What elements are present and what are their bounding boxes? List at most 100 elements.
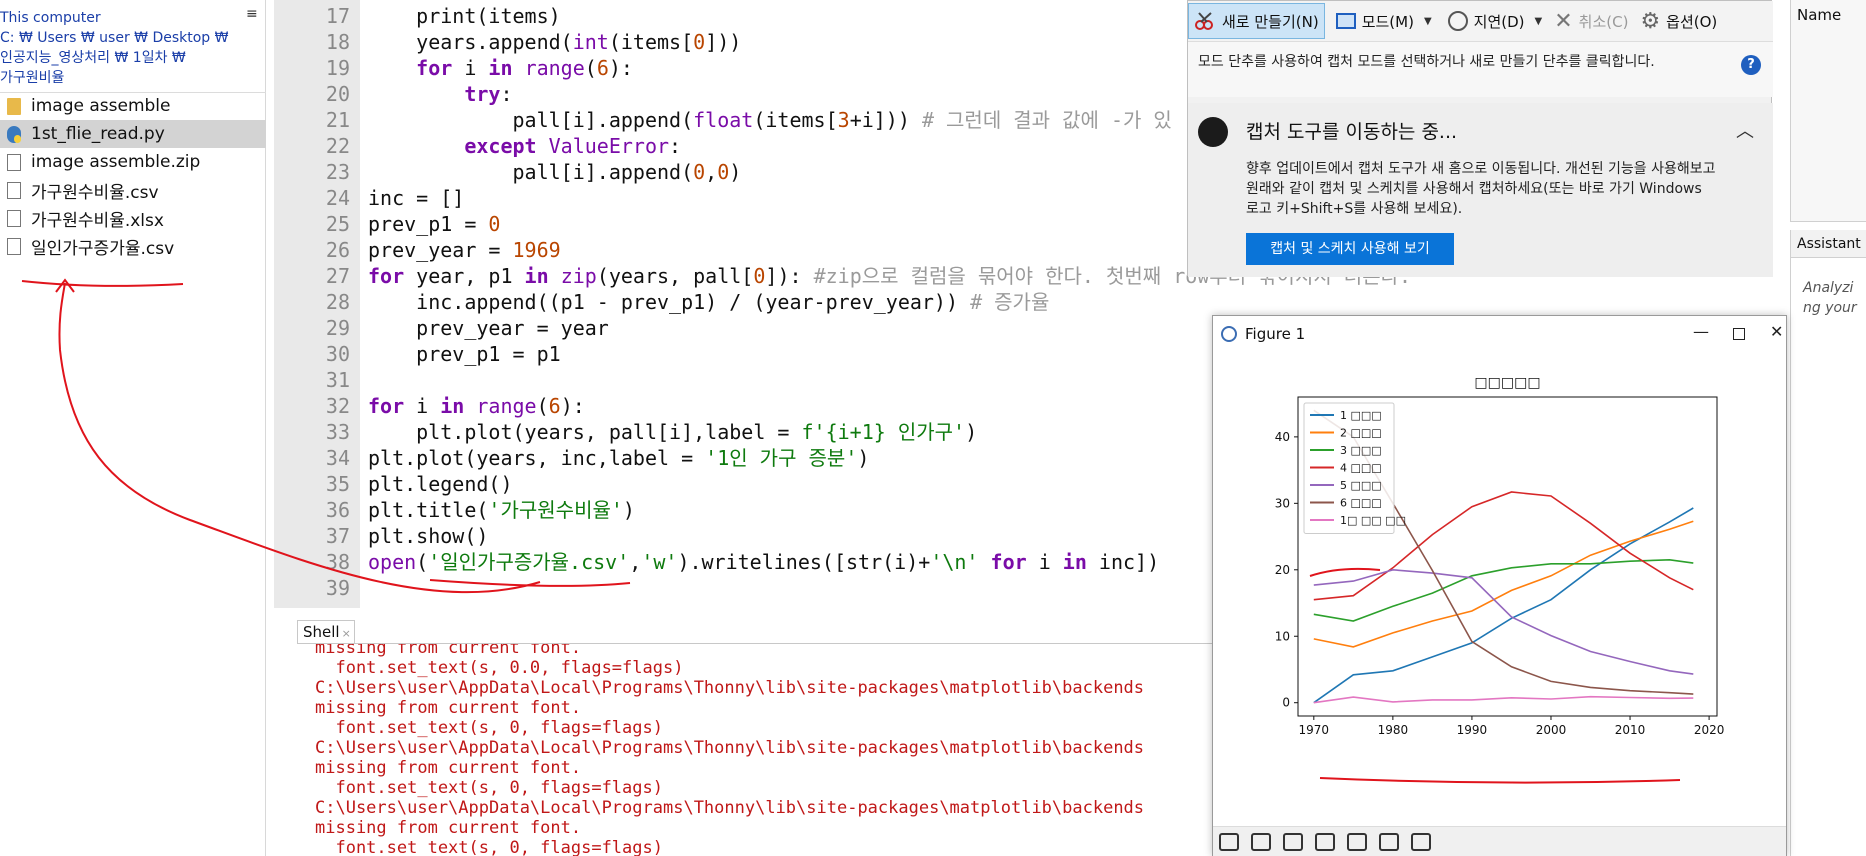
help-icon[interactable]: ? [1741, 55, 1761, 75]
move-notice-body: 향후 업데이트에서 캡처 도구가 새 홈으로 이동됩니다. 개선된 기능을 사용… [1246, 161, 1716, 217]
code-line[interactable]: 36 plt.title('가구원수비율') [274, 497, 1212, 523]
code-line[interactable]: 22 except ValueError: [274, 133, 1212, 159]
legend-label: 3 □□□ [1340, 444, 1382, 457]
legend-label: 1 □□□ [1340, 409, 1382, 422]
file-item-ratio-xlsx[interactable]: 가구원수비율.xlsx [0, 204, 266, 232]
code-number: 0 [693, 30, 706, 54]
file-icon [7, 237, 21, 255]
tab-shell[interactable]: Shell × [297, 620, 355, 644]
save-icon[interactable] [1411, 832, 1431, 851]
code-line[interactable]: 20 try: [274, 81, 1212, 107]
minimize-button[interactable]: — [1693, 322, 1709, 341]
code-line[interactable]: 25 prev_p1 = 0 [274, 211, 1212, 237]
code-line[interactable]: 31 [274, 367, 1212, 393]
code-string: '1인 가구 증분' [705, 446, 858, 470]
configure-icon[interactable] [1379, 832, 1399, 851]
try-snip-sketch-button[interactable]: 캡처 및 스케치 사용해 보기 [1246, 233, 1454, 265]
new-snip-button[interactable]: 새로 만들기(N) [1188, 3, 1325, 39]
file-item-image-assemble-zip[interactable]: image assemble.zip [0, 148, 266, 176]
y-tick-label: 30 [1275, 496, 1290, 510]
tab-assistant[interactable]: Assistant [1791, 230, 1866, 258]
line-number: 37 [325, 524, 350, 548]
home-icon[interactable] [1219, 832, 1239, 851]
code-line[interactable]: 23 pall[i].append(0,0) [274, 159, 1212, 185]
move-notice-title: 캡처 도구를 이동하는 중... [1246, 121, 1458, 143]
snipping-tool-window: 새로 만들기(N) 모드(M) ▼ 지연(D) ▼ ✕ 취소(C) ⚙ 옵션(O… [1187, 0, 1773, 277]
code-text: prev_year = year [416, 316, 609, 340]
legend-label: 1□ □□ □□ [1340, 514, 1406, 527]
snip-info-text: 모드 단추를 사용하여 캡처 모드를 선택하거나 새로 만들기 단추를 클릭합니… [1188, 41, 1773, 97]
line-number: 26 [325, 238, 350, 262]
code-line[interactable]: 27 for year, p1 in zip(years, pall[0]): #… [274, 263, 1411, 289]
mode-button[interactable]: 모드(M) ▼ [1331, 3, 1437, 39]
close-icon[interactable]: × [342, 627, 351, 640]
cancel-button[interactable]: ✕ 취소(C) [1549, 3, 1633, 39]
code-text: inc = [] [368, 186, 465, 210]
chart-canvas[interactable]: □□□□□ 1970 1980 1990 2000 2010 2020 0 10 20 30 40 1 … [1213, 352, 1786, 842]
file-item-single-growth-csv[interactable]: 일인가구증가율.csv [0, 232, 266, 260]
code-line[interactable]: 34 plt.plot(years, inc,label = '1인 가구 증분'… [274, 445, 1212, 471]
code-line[interactable]: 39 [274, 575, 1212, 601]
code-line[interactable]: 19 for i in range(6): [274, 55, 1212, 81]
options-button[interactable]: ⚙ 옵션(O) [1635, 3, 1722, 39]
code-builtin: open [368, 550, 417, 574]
code-line[interactable]: 38 open('일인가구증가율.csv','w').writelines([st… [274, 549, 1212, 575]
pan-icon[interactable] [1315, 832, 1335, 851]
code-text: plt.plot(years, inc,label = [368, 446, 706, 470]
file-icon [7, 181, 21, 199]
snip-sketch-icon [1198, 117, 1228, 147]
shell-line: font.set_text(s, 0.0, flags=flags) [315, 658, 684, 678]
column-header-name[interactable]: Name [1797, 6, 1841, 24]
breadcrumb[interactable]: This computer C: ₩ Users ₩ user ₩ Deskto… [0, 8, 240, 88]
code-line[interactable]: 18 years.append(int(items[0])) [274, 29, 1212, 55]
code-line[interactable]: 26 prev_year = 1969 [274, 237, 1212, 263]
code-line[interactable]: 35 plt.legend() [274, 471, 1212, 497]
code-line[interactable]: 32 for i in range(6): [274, 393, 1212, 419]
code-comment: # 그런데 결과 값에 -가 있 [921, 108, 1172, 132]
shell-line: missing from current font. [315, 818, 582, 838]
code-text: ( [584, 56, 597, 80]
zoom-icon[interactable] [1347, 832, 1367, 851]
file-item-image-assemble[interactable]: image assemble [0, 92, 266, 120]
code-line[interactable]: 24 inc = [] [274, 185, 1212, 211]
code-text: ) [729, 160, 742, 184]
tab-label: Shell [303, 623, 340, 641]
forward-icon[interactable] [1283, 832, 1303, 851]
code-line[interactable]: 29 prev_year = year [274, 315, 1212, 341]
assistant-status: Analyzi ng your [1803, 280, 1857, 316]
code-line[interactable]: 30 prev_p1 = p1 [274, 341, 1212, 367]
button-label: 모드(M) [1361, 12, 1414, 31]
code-line[interactable]: 37 plt.show() [274, 523, 1212, 549]
variables-panel: Name [1790, 0, 1866, 222]
code-text: prev_year = [368, 238, 513, 262]
chevron-up-icon[interactable]: ︿ [1736, 117, 1754, 143]
figure-titlebar[interactable]: Figure 1 — ✕ [1213, 316, 1786, 352]
file-item-1st-flie-read[interactable]: 1st_flie_read.py [0, 120, 266, 148]
delay-button[interactable]: 지연(D) ▼ [1443, 3, 1548, 39]
code-number: 0 [693, 160, 706, 184]
back-icon[interactable] [1251, 832, 1271, 851]
file-label: 가구원수비율.xlsx [31, 210, 164, 231]
code-editor[interactable]: 17 print(items) 18 years.append(int(item… [274, 0, 1411, 608]
file-browser: This computer C: ₩ Users ₩ user ₩ Deskto… [0, 0, 266, 856]
line-number: 31 [325, 368, 350, 392]
line-number: 36 [325, 498, 350, 522]
code-line[interactable]: 33 plt.plot(years, pall[i],label = f'{i+… [274, 419, 1212, 445]
file-label: image assemble.zip [31, 152, 201, 172]
code-line[interactable]: 28 inc.append((p1 - prev_p1) / (year-pre… [274, 289, 1212, 315]
file-item-ratio-csv[interactable]: 가구원수비율.csv [0, 176, 266, 204]
code-line[interactable]: 21 pall[i].append(float(items[3+i])) # 그… [274, 107, 1212, 133]
code-text: print(items) [416, 4, 561, 28]
shell-output[interactable]: missing from current font. font.set_text… [297, 643, 1212, 856]
chevron-down-icon: ▼ [1534, 15, 1543, 27]
close-button[interactable]: ✕ [1770, 322, 1783, 341]
x-tick-label: 2000 [1536, 723, 1567, 737]
maximize-button[interactable] [1733, 328, 1745, 340]
assistant-panel: Assistant Analyzi ng your [1790, 230, 1866, 856]
code-text: i [404, 394, 441, 418]
code-number: 3 [837, 108, 850, 132]
menu-icon[interactable]: ≡ [246, 6, 258, 22]
y-tick-label: 40 [1275, 430, 1290, 444]
code-line[interactable]: 17 print(items) [274, 3, 1212, 29]
